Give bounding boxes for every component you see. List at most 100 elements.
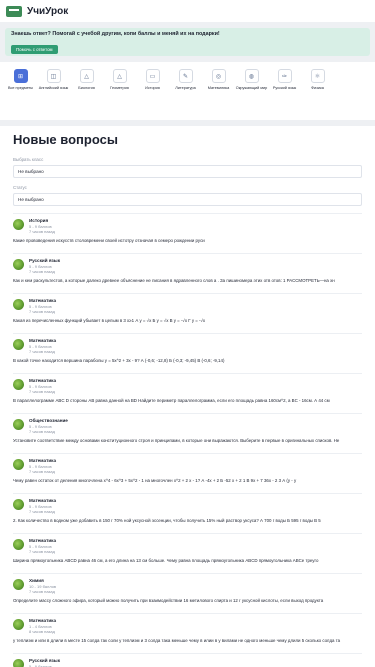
subject-item[interactable]: ⚛ Физика — [301, 66, 334, 116]
logo-book-icon — [6, 5, 22, 17]
question-header: Математика 5 - 9 баллов 7 часов назад — [13, 298, 362, 314]
class-filter-select[interactable]: Не выбрано — [13, 165, 362, 178]
user-avatar[interactable] — [13, 419, 24, 430]
question-time: 7 часов назад — [29, 549, 55, 554]
user-avatar[interactable] — [13, 379, 24, 390]
question-time: 7 часов назад — [29, 589, 55, 594]
globe-icon: ◍ — [244, 69, 259, 83]
question-text[interactable]: В параллелограмме ABC D стороны AB равна… — [13, 398, 362, 404]
subject-label: Биология — [78, 86, 95, 90]
user-avatar[interactable] — [13, 539, 24, 550]
question-header: Русский язык5 - 9 баллов8 часов назад — [13, 658, 362, 667]
question-time: 7 часов назад — [29, 229, 55, 234]
page-title: Новые вопросы — [13, 132, 118, 147]
question-text[interactable]: у теплиэм и или в длили в месте 15 солда… — [13, 638, 362, 644]
question-card[interactable]: Математика 5 - 9 баллов 7 часов назад 2. Ка… — [13, 493, 362, 533]
subject-item[interactable]: ✑ Русский язык — [268, 66, 301, 116]
question-meta: Математика 5 - 9 баллов 7 часов назад — [29, 338, 56, 354]
status-filter-select[interactable]: Не выбрано — [13, 193, 362, 206]
question-text[interactable]: Какие прововедения искусств столовремени… — [13, 238, 362, 244]
subject-label: Геометрия — [110, 86, 129, 90]
help-answer-button[interactable]: Помочь с ответом — [11, 45, 58, 54]
question-card[interactable]: Математика 5 - 9 баллов 7 часов назад Какая… — [13, 293, 362, 333]
question-card[interactable]: Математика 5 - 9 баллов 7 часов назад Ширин… — [13, 533, 362, 573]
question-meta: Математика 5 - 9 баллов 7 часов назад — [29, 458, 56, 474]
question-header: Математика 5 - 9 баллов 7 часов назад — [13, 498, 362, 514]
main-content: Новые вопросы Выбрать класс Не выбрано С… — [0, 126, 375, 667]
user-avatar[interactable] — [13, 339, 24, 350]
question-time: 7 часов назад — [29, 349, 55, 354]
subject-item[interactable]: ✎ Литература — [169, 66, 202, 116]
question-card[interactable]: Химия 10 - 19 баллов 7 часов назад Определи… — [13, 573, 362, 613]
question-time: 7 часов назад — [29, 309, 55, 314]
subject-item[interactable]: △ Биология — [70, 66, 103, 116]
subject-item[interactable]: ⊞ Все предметы — [4, 66, 37, 116]
class-filter-label: Выбрать класс — [13, 157, 44, 162]
question-card[interactable]: Математика 5 - 9 баллов 7 часов назад Чему … — [13, 453, 362, 493]
promo-text: Знаешь ответ? Помогай с учебой другим, к… — [11, 31, 220, 37]
user-avatar[interactable] — [13, 579, 24, 590]
question-meta: Русский язык 5 - 9 баллов 7 часов назад — [29, 258, 60, 274]
question-meta: Математика 1 - 4 баллов 8 часов назад — [29, 618, 56, 634]
question-text[interactable]: Чему равен остаток от деления многочлена… — [13, 478, 362, 484]
logo[interactable]: УчиУрок — [6, 5, 69, 17]
atom-icon: ⚛ — [310, 69, 325, 83]
subject-item[interactable]: ▭ История — [136, 66, 169, 116]
subject-label: Физика — [311, 86, 324, 90]
subject-label: Окружающий мир — [235, 86, 268, 90]
question-meta: Русский язык5 - 9 баллов8 часов назад — [29, 658, 60, 667]
question-meta: Математика 5 - 9 баллов 7 часов назад — [29, 498, 56, 514]
question-card[interactable]: Математика 1 - 4 баллов 8 часов назад у теп… — [13, 613, 362, 653]
question-card[interactable]: Математика 5 - 9 баллов 7 часов назад В как… — [13, 333, 362, 373]
subject-item[interactable]: ◍ Окружающий мир — [235, 66, 268, 116]
subject-label: Английский язык — [38, 86, 69, 90]
subject-label: Литература — [175, 86, 196, 90]
question-text[interactable]: 2. Как количество в водном уже добавить … — [13, 518, 362, 524]
user-avatar[interactable] — [13, 219, 24, 230]
subject-label: Математика — [207, 86, 230, 90]
question-text[interactable]: Как и кем раскультестов, а которые далек… — [13, 278, 362, 284]
question-card[interactable]: Русский язык5 - 9 баллов8 часов назадКак… — [13, 653, 362, 667]
question-list: История 5 - 9 баллов 7 часов назад Какие пр… — [13, 213, 362, 667]
question-time: 7 часов назад — [29, 429, 55, 434]
header: УчиУрок — [0, 0, 375, 22]
book-icon: ◫ — [46, 69, 61, 83]
question-card[interactable]: История 5 - 9 баллов 7 часов назад Какие пр… — [13, 213, 362, 253]
subject-item[interactable]: ◎ Математика — [202, 66, 235, 116]
subject-filter-bar: ⊞ Все предметы ◫ Английский язык △ Биология △ Г… — [0, 62, 375, 120]
page: УчиУрок Знаешь ответ? Помогай с учебой д… — [0, 0, 375, 667]
question-time: 7 часов назад — [29, 509, 55, 514]
user-avatar[interactable] — [13, 499, 24, 510]
question-text[interactable]: Установите соответствие между основами к… — [13, 438, 362, 444]
question-header: Математика 5 - 9 баллов 7 часов назад — [13, 338, 362, 354]
question-header: Русский язык 5 - 9 баллов 7 часов назад — [13, 258, 362, 274]
columns-icon: ▭ — [145, 69, 160, 83]
subject-item[interactable]: ◫ Английский язык — [37, 66, 70, 116]
logo-text: УчиУрок — [27, 5, 69, 17]
user-avatar[interactable] — [13, 659, 24, 667]
pen-icon: ✎ — [178, 69, 193, 83]
question-time: 7 часов назад — [29, 269, 55, 274]
question-time: 7 часов назад — [29, 469, 55, 474]
question-text[interactable]: Определите массу сложного эфира, который… — [13, 598, 362, 604]
question-header: Математика 5 - 9 баллов 7 часов назад — [13, 458, 362, 474]
letters-icon: ✑ — [277, 69, 292, 83]
user-avatar[interactable] — [13, 619, 24, 630]
question-card[interactable]: Обществознание 5 - 9 баллов 7 часов назад У… — [13, 413, 362, 453]
question-time: 8 часов назад — [29, 629, 55, 634]
user-avatar[interactable] — [13, 299, 24, 310]
user-avatar[interactable] — [13, 259, 24, 270]
shapes-icon: △ — [112, 69, 127, 83]
grid-icon: ⊞ — [13, 69, 28, 83]
question-text[interactable]: В какой точке находится вершина параболы… — [13, 358, 362, 364]
question-card[interactable]: Математика 5 - 9 баллов 7 часов назад В пар… — [13, 373, 362, 413]
question-time: 7 часов назад — [29, 389, 55, 394]
subject-label: Русский язык — [272, 86, 297, 90]
status-filter-label: Статус — [13, 185, 27, 190]
subject-item[interactable]: △ Геометрия — [103, 66, 136, 116]
question-text[interactable]: Ширина прямоугольника ABCD равна 46 см, … — [13, 558, 362, 564]
subject-label: Все предметы — [7, 86, 34, 90]
user-avatar[interactable] — [13, 459, 24, 470]
question-text[interactable]: Какая из перечисленных функций убывает в… — [13, 318, 362, 324]
question-card[interactable]: Русский язык 5 - 9 баллов 7 часов назад Как… — [13, 253, 362, 293]
